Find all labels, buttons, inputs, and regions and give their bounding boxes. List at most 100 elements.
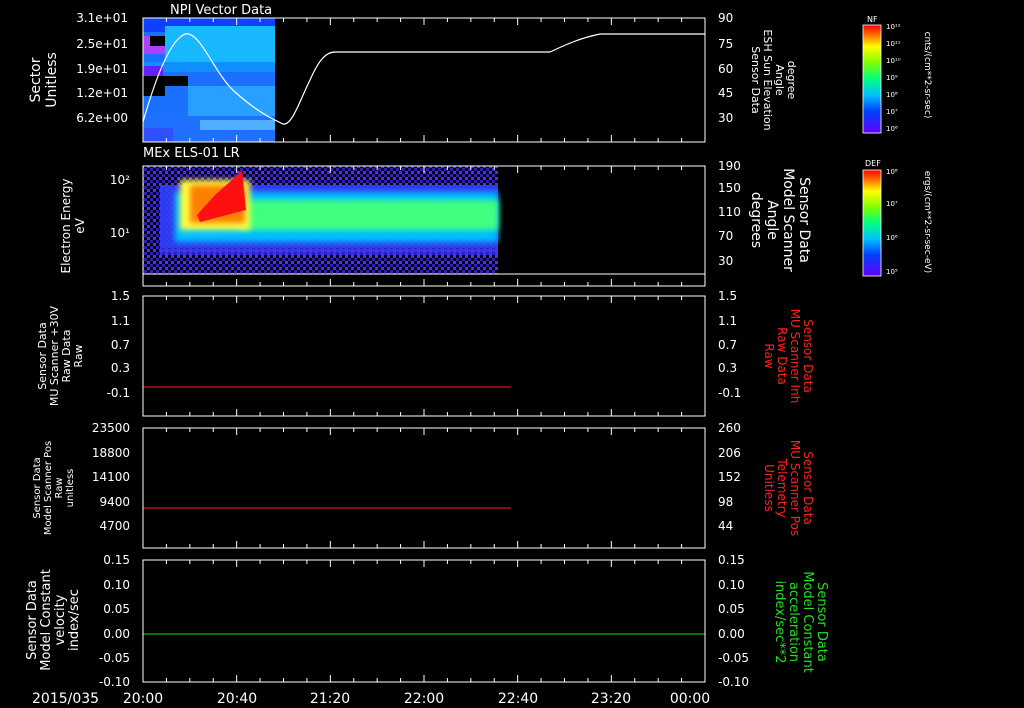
svg-text:-0.1: -0.1 xyxy=(718,386,741,400)
svg-text:20:00: 20:00 xyxy=(123,691,163,707)
svg-text:30: 30 xyxy=(718,111,733,125)
colorbar-unit: ergs/(cm**2-sr-sec-eV) xyxy=(922,171,932,273)
svg-text:1.5: 1.5 xyxy=(718,289,737,303)
npi-heatmap xyxy=(143,18,275,142)
right-axis-ticks: 90 75 60 45 30 xyxy=(718,11,733,125)
right-axis-ticks: 0.15 0.10 0.05 0.00 -0.05 -0.10 xyxy=(718,553,749,689)
svg-text:10⁵: 10⁵ xyxy=(886,268,898,276)
right-axis-ticks: 190 150 110 70 30 xyxy=(718,159,741,268)
right-axis-label: Sensor Data MU Scanner Inh Raw Data Raw xyxy=(762,309,815,404)
svg-text:44: 44 xyxy=(718,519,733,533)
svg-text:-0.1: -0.1 xyxy=(107,386,130,400)
svg-text:Sensor Data: Sensor Data xyxy=(32,457,43,518)
svg-text:23500: 23500 xyxy=(92,421,130,435)
svg-text:2.5e+01: 2.5e+01 xyxy=(76,37,128,51)
left-axis-ticks: 23500 18800 14100 9400 4700 xyxy=(92,421,130,533)
svg-text:22:40: 22:40 xyxy=(498,691,538,707)
left-axis-ticks: 3.1e+01 2.5e+01 1.9e+01 1.2e+01 6.2e+00 xyxy=(76,11,128,125)
svg-text:Raw Data: Raw Data xyxy=(775,327,789,385)
svg-text:30: 30 xyxy=(718,254,733,268)
svg-text:-0.10: -0.10 xyxy=(99,675,130,689)
svg-text:degree: degree xyxy=(785,61,798,100)
svg-text:10¹²: 10¹² xyxy=(886,23,901,31)
svg-text:unitless: unitless xyxy=(65,469,76,508)
svg-text:1.5: 1.5 xyxy=(111,289,130,303)
svg-text:0.05: 0.05 xyxy=(718,602,745,616)
svg-text:110: 110 xyxy=(718,205,741,219)
svg-text:9400: 9400 xyxy=(99,495,130,509)
svg-text:Sensor Data: Sensor Data xyxy=(749,46,762,113)
svg-text:DEF: DEF xyxy=(865,159,881,168)
svg-text:10¹: 10¹ xyxy=(110,226,130,240)
svg-text:90: 90 xyxy=(718,11,733,25)
svg-text:10⁷: 10⁷ xyxy=(886,108,898,116)
panel-frame xyxy=(142,427,706,549)
svg-text:Raw: Raw xyxy=(54,477,65,498)
x-axis: 2015/035 20:00 20:40 21:20 22:00 22:40 2… xyxy=(32,691,710,707)
svg-text:10⁸: 10⁸ xyxy=(886,91,898,99)
svg-text:Telemetry: Telemetry xyxy=(775,457,789,517)
svg-text:Sensor Data: Sensor Data xyxy=(25,580,40,660)
panel-title: MEx ELS-01 LR xyxy=(143,146,240,161)
svg-text:Unitless: Unitless xyxy=(762,464,776,512)
svg-text:Sensor Data: Sensor Data xyxy=(796,177,812,263)
svg-text:Raw: Raw xyxy=(762,343,776,368)
svg-text:3.1e+01: 3.1e+01 xyxy=(76,11,128,25)
svg-text:0.00: 0.00 xyxy=(103,627,130,641)
svg-text:Model Scanner Pos: Model Scanner Pos xyxy=(43,441,54,535)
date-label: 2015/035 xyxy=(32,691,99,707)
panel-frame xyxy=(142,559,706,683)
svg-text:10²: 10² xyxy=(110,173,130,187)
left-axis-label: Electron Energy eV xyxy=(59,178,87,273)
svg-text:0.3: 0.3 xyxy=(718,361,737,375)
svg-text:-0.05: -0.05 xyxy=(718,651,749,665)
els-spectrogram xyxy=(143,166,498,274)
svg-text:velocity: velocity xyxy=(53,594,68,645)
svg-text:Sensor Data: Sensor Data xyxy=(801,319,815,393)
svg-text:10⁷: 10⁷ xyxy=(886,200,898,208)
multi-panel-plot: NPI Vector Data 3.1e+01 2.5e+01 1.9e+01 … xyxy=(25,3,932,707)
left-axis-label: Sensor Data MU Scanner +30V Raw Data Raw xyxy=(36,305,85,406)
colorbar-def: DEF 10⁸ 10⁷ 10⁶ 10⁵ ergs/(cm**2-sr-sec-e… xyxy=(862,159,932,277)
svg-text:22:00: 22:00 xyxy=(404,691,444,707)
panel-title: NPI Vector Data xyxy=(170,3,272,18)
panel-mu-scanner-raw: 1.5 1.1 0.7 0.3 -0.1 1.5 1.1 0.7 0.3 -0.… xyxy=(36,289,815,417)
svg-text:0.10: 0.10 xyxy=(718,578,745,592)
svg-text:1.2e+01: 1.2e+01 xyxy=(76,86,128,100)
svg-text:75: 75 xyxy=(718,37,733,51)
right-axis-ticks: 1.5 1.1 0.7 0.3 -0.1 xyxy=(718,289,741,400)
panel-scanner-pos: 23500 18800 14100 9400 4700 260 206 152 … xyxy=(32,421,815,549)
svg-text:Angle: Angle xyxy=(773,64,786,96)
svg-text:MU Scanner Pos: MU Scanner Pos xyxy=(788,440,802,536)
colorbar-nf: NF 10¹² 10¹¹ 10¹⁰ 10⁹ 10⁸ 10⁷ 10⁶ cnts/(… xyxy=(862,15,932,134)
left-axis-label: Sensor Data Model Constant velocity inde… xyxy=(25,569,82,671)
panel-npi: NPI Vector Data 3.1e+01 2.5e+01 1.9e+01 … xyxy=(28,3,932,143)
svg-text:0.05: 0.05 xyxy=(103,602,130,616)
svg-text:21:20: 21:20 xyxy=(310,691,350,707)
colorbar-unit: cnts/(cm**2-sr-sec) xyxy=(922,32,932,119)
svg-text:Sensor Data: Sensor Data xyxy=(801,451,815,525)
svg-text:-0.05: -0.05 xyxy=(99,651,130,665)
right-axis-label: Sensor Data ESH Sun Elevation Angle degr… xyxy=(749,29,798,130)
svg-text:45: 45 xyxy=(718,86,733,100)
svg-text:190: 190 xyxy=(718,159,741,173)
svg-text:Model Constant: Model Constant xyxy=(800,571,815,673)
svg-text:Model Constant: Model Constant xyxy=(39,569,54,671)
svg-text:20:40: 20:40 xyxy=(217,691,257,707)
svg-text:10¹¹: 10¹¹ xyxy=(886,40,901,48)
svg-text:10⁶: 10⁶ xyxy=(886,234,898,242)
svg-text:98: 98 xyxy=(718,495,733,509)
svg-text:Angle: Angle xyxy=(764,200,780,240)
svg-text:1.1: 1.1 xyxy=(718,314,737,328)
svg-text:23:20: 23:20 xyxy=(591,691,631,707)
svg-text:Unitless: Unitless xyxy=(44,52,60,108)
panel-frame xyxy=(142,295,706,417)
panel-model-constant: 0.15 0.10 0.05 0.00 -0.05 -0.10 0.15 0.1… xyxy=(25,553,829,689)
svg-text:60: 60 xyxy=(718,62,733,76)
left-axis-label: Sensor Data Model Scanner Pos Raw unitle… xyxy=(32,441,76,535)
svg-text:150: 150 xyxy=(718,181,741,195)
svg-text:4700: 4700 xyxy=(99,519,130,533)
svg-text:ESH Sun Elevation: ESH Sun Elevation xyxy=(761,29,774,130)
left-axis-label: Sector Unitless xyxy=(28,52,60,108)
svg-text:0.00: 0.00 xyxy=(718,627,745,641)
